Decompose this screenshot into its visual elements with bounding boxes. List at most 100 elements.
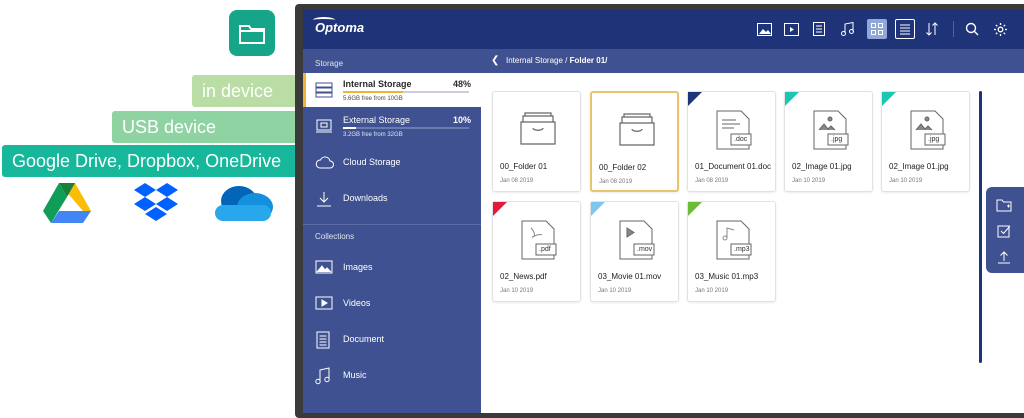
- settings-icon[interactable]: [991, 20, 1009, 38]
- back-chevron-icon[interactable]: ❮: [491, 55, 499, 66]
- file-type-corner: [688, 202, 702, 216]
- image-filter-icon[interactable]: [755, 20, 773, 38]
- file-tile[interactable]: 00_Folder 02 Jan 08 2019: [590, 91, 679, 192]
- file-date: Jan 10 2019: [792, 178, 826, 184]
- file-name: 02_Image 01.jpg: [889, 162, 949, 171]
- sidebar-item-internal-storage[interactable]: Internal Storage 48% 5.6GB free from 10G…: [303, 73, 481, 107]
- file-name: 00_Folder 02: [599, 163, 647, 172]
- file-date: Jan 10 2019: [500, 288, 534, 294]
- internal-storage-percent: 48%: [452, 79, 471, 89]
- folder-icon: [519, 110, 557, 150]
- internal-storage-bar: [343, 91, 469, 93]
- folder-icon: [618, 111, 656, 151]
- toolbar-divider: [953, 21, 954, 37]
- usb-device-tag: USB device: [112, 111, 295, 143]
- external-storage-bar: [343, 127, 469, 129]
- videos-label: Videos: [343, 298, 371, 308]
- file-type-corner: [688, 92, 702, 106]
- file-extension-label: .jpg: [831, 136, 843, 143]
- storage-section-label: Storage: [315, 59, 344, 68]
- internal-storage-free: 5.6GB free from 10GB: [343, 96, 403, 102]
- new-folder-icon[interactable]: [996, 197, 1012, 213]
- cloud-services-tag: Google Drive, Dropbox, OneDrive: [2, 145, 295, 177]
- external-storage-label: External Storage: [343, 115, 411, 125]
- collections-section-label: Collections: [315, 232, 355, 241]
- cloud-icon: [315, 154, 334, 172]
- video-filter-icon[interactable]: [782, 20, 800, 38]
- file-type-corner: [882, 92, 896, 106]
- onedrive-logo: [211, 181, 275, 230]
- document-filter-icon[interactable]: [810, 20, 828, 38]
- file-tile[interactable]: .mp3 03_Music 01.mp3 Jan 10 2019: [687, 201, 776, 302]
- file-name: 00_Folder 01: [500, 162, 548, 171]
- file-tile[interactable]: .jpg 02_Image 01.jpg Jan 10 2019: [881, 91, 970, 192]
- downloads-label: Downloads: [343, 193, 388, 203]
- file-tile[interactable]: 00_Folder 01 Jan 08 2019: [492, 91, 581, 192]
- file-extension-label: .jpg: [928, 136, 940, 143]
- internal-storage-label: Internal Storage: [343, 79, 412, 89]
- file-tile[interactable]: .pdf 02_News.pdf Jan 10 2019: [492, 201, 581, 302]
- upload-icon[interactable]: [996, 249, 1012, 265]
- dropbox-logo: [133, 181, 179, 230]
- video-file-icon: [617, 220, 655, 260]
- file-grid: 00_Folder 01 Jan 08 2019 00_Folder 02 Jan 0…: [481, 73, 1024, 413]
- image-file-icon: [908, 110, 946, 150]
- search-icon[interactable]: [963, 20, 981, 38]
- images-label: Images: [343, 262, 373, 272]
- breadcrumb-current: Folder 01/: [569, 56, 608, 65]
- file-name: 02_News.pdf: [500, 272, 547, 281]
- sidebar-item-videos[interactable]: Videos: [303, 287, 481, 321]
- select-icon[interactable]: [996, 223, 1012, 239]
- music-filter-icon[interactable]: [838, 20, 856, 38]
- internal-storage-icon: [315, 81, 333, 99]
- sidebar-item-downloads[interactable]: Downloads: [303, 182, 481, 216]
- list-view-icon[interactable]: [895, 19, 915, 39]
- breadcrumb: ❮ Internal Storage / Folder 01/: [481, 49, 1024, 73]
- image-icon: [315, 259, 333, 277]
- google-drive-logo: [42, 181, 92, 230]
- sidebar-item-music[interactable]: Music: [303, 359, 481, 393]
- file-tile[interactable]: .doc 01_Document 01.doc Jan 08 2019: [687, 91, 776, 192]
- sidebar: Storage Internal Storage 48% 5.6GB free …: [303, 49, 481, 413]
- breadcrumb-parent[interactable]: Internal Storage /: [506, 56, 570, 65]
- sort-icon[interactable]: [923, 20, 941, 38]
- in-device-tag: in device: [192, 75, 295, 107]
- usb-drive-icon: [315, 117, 333, 135]
- breadcrumb-path[interactable]: Internal Storage / Folder 01/: [506, 56, 607, 65]
- top-bar: Optoma: [303, 10, 1024, 49]
- file-type-corner: [785, 92, 799, 106]
- music-label: Music: [343, 370, 367, 380]
- file-extension-label: .mp3: [734, 246, 750, 253]
- file-date: Jan 08 2019: [599, 179, 633, 185]
- music-icon: [315, 367, 333, 385]
- download-icon: [315, 190, 333, 208]
- sidebar-item-external-storage[interactable]: External Storage 10% 3.2GB free from 32G…: [303, 109, 481, 143]
- file-extension-label: .doc: [734, 136, 748, 143]
- file-name: 03_Music 01.mp3: [695, 272, 759, 281]
- file-extension-label: .mov: [637, 246, 653, 253]
- external-storage-free: 3.2GB free from 32GB: [343, 132, 403, 138]
- external-storage-percent: 10%: [452, 115, 471, 125]
- grid-view-icon[interactable]: [867, 19, 887, 39]
- side-action-panel: [986, 187, 1024, 273]
- sidebar-item-images[interactable]: Images: [303, 251, 481, 285]
- scrollbar[interactable]: [979, 91, 982, 363]
- file-tile[interactable]: .mov 03_Movie 01.mov Jan 10 2019: [590, 201, 679, 302]
- doc-file-icon: [714, 110, 752, 150]
- file-manager-app-icon: [229, 10, 275, 56]
- file-type-corner: [493, 202, 507, 216]
- file-name: 03_Movie 01.mov: [598, 272, 662, 281]
- sidebar-item-document[interactable]: Document: [303, 323, 481, 357]
- file-date: Jan 10 2019: [695, 288, 729, 294]
- sidebar-item-cloud-storage[interactable]: Cloud Storage: [303, 146, 481, 180]
- document-label: Document: [343, 334, 385, 344]
- pdf-file-icon: [519, 220, 557, 260]
- file-tile[interactable]: .jpg 02_Image 01.jpg Jan 10 2019: [784, 91, 873, 192]
- file-date: Jan 08 2019: [500, 178, 534, 184]
- file-name: 01_Document 01.doc: [695, 162, 772, 171]
- file-date: Jan 10 2019: [889, 178, 923, 184]
- file-manager-screen: Optoma Storage Internal Storage 48% 5.6G…: [303, 10, 1024, 413]
- external-storage-bar-fill: [343, 127, 356, 129]
- file-date: Jan 08 2019: [695, 178, 729, 184]
- sidebar-divider: [303, 224, 481, 225]
